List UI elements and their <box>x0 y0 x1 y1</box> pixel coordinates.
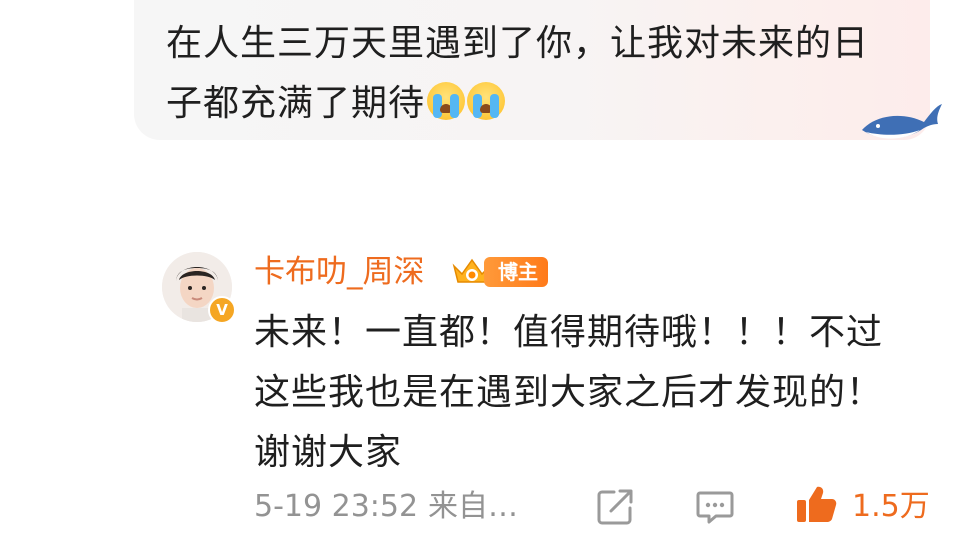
reply-text: 未来！一直都！值得期待哦！！！不过这些我也是在遇到大家之后才发现的！谢谢大家 <box>254 312 884 473</box>
verified-badge-icon: V <box>208 296 236 324</box>
whale-icon <box>858 92 944 148</box>
like-icon[interactable] <box>794 482 838 526</box>
reply-source[interactable]: 来自… <box>428 487 518 527</box>
like-count: 1.5万 <box>852 489 930 524</box>
reply-timestamp: 5-19 23:52 <box>254 489 419 524</box>
share-icon[interactable] <box>594 486 636 528</box>
quoted-comment-body: 在人生三万天里遇到了你，让我对未来的日子都充满了期待 <box>166 23 870 124</box>
crying-face-icon <box>467 82 506 120</box>
quoted-comment-text: 在人生三万天里遇到了你，让我对未来的日子都充满了期待 <box>166 14 896 134</box>
comment-icon[interactable] <box>694 486 736 528</box>
crying-face-icon <box>427 82 466 120</box>
blogger-owner-tag: 博主 <box>484 257 548 287</box>
reply-username[interactable]: 卡布叻_周深 <box>254 252 425 292</box>
